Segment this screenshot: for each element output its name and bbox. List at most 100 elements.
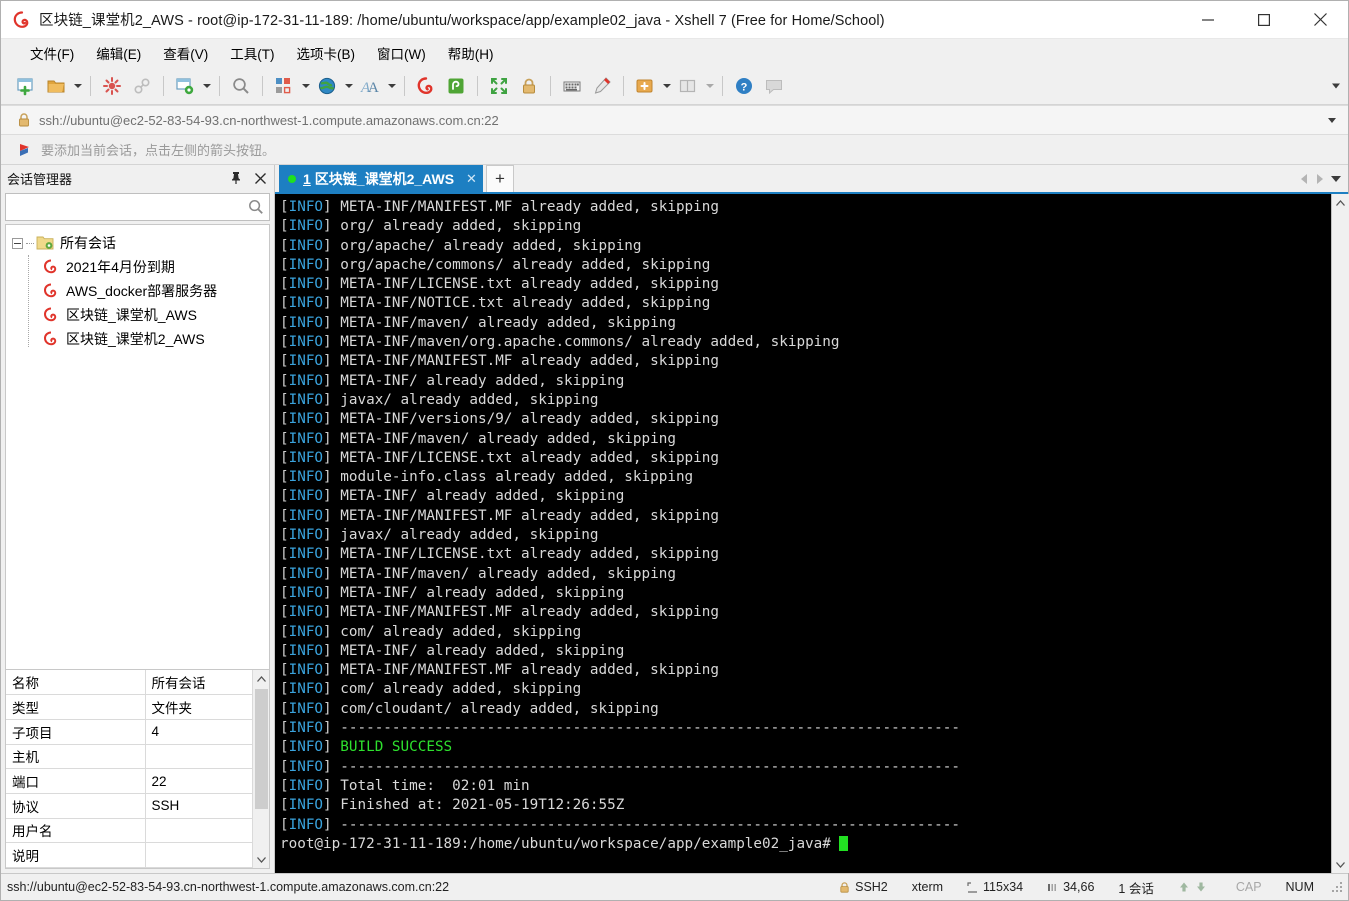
status-size: 115x34 xyxy=(955,880,1035,894)
scrollbar-thumb[interactable] xyxy=(254,689,268,809)
scrollbar-track[interactable] xyxy=(1331,211,1349,856)
globe-dropdown-icon[interactable] xyxy=(342,72,355,100)
lock-icon[interactable] xyxy=(515,72,543,100)
tab-close-icon[interactable]: ✕ xyxy=(466,171,477,187)
log-level-prefix: [INFO] xyxy=(280,642,332,659)
scroll-up-icon[interactable] xyxy=(1331,194,1349,211)
cursor-position-icon xyxy=(1047,882,1058,893)
tree-root-all-sessions[interactable]: 所有会话 xyxy=(6,231,269,255)
session-search-box[interactable] xyxy=(5,193,270,221)
tree-guide-dash xyxy=(26,242,34,244)
scroll-up-icon[interactable] xyxy=(253,670,270,687)
new-tab-button[interactable]: + xyxy=(485,165,514,192)
close-panel-icon[interactable] xyxy=(250,168,270,188)
font-icon[interactable]: A A xyxy=(356,72,384,100)
log-level-prefix: [INFO] xyxy=(280,700,332,717)
scroll-down-icon[interactable] xyxy=(1331,856,1349,873)
layout-dropdown-icon[interactable] xyxy=(299,72,312,100)
chevron-down-icon[interactable] xyxy=(1328,165,1344,192)
search-icon[interactable] xyxy=(247,198,265,216)
menu-window[interactable]: 窗口(W) xyxy=(366,39,437,67)
fullscreen-icon[interactable] xyxy=(485,72,513,100)
session-tree[interactable]: 所有会话 2021年4月份到期 AWS_docker部署服务器 区块链_课堂机_… xyxy=(5,224,270,669)
menu-tab[interactable]: 选项卡(B) xyxy=(286,39,367,67)
tree-item-session-2[interactable]: 区块链_课堂机_AWS xyxy=(6,303,269,327)
terminal-line: [INFO] META-INF/MANIFEST.MF already adde… xyxy=(280,352,1331,371)
open-folder-dropdown-icon[interactable] xyxy=(71,72,84,100)
menu-file[interactable]: 文件(F) xyxy=(19,39,85,67)
close-button[interactable] xyxy=(1292,1,1348,39)
address-bar[interactable]: ssh://ubuntu@ec2-52-83-54-93.cn-northwes… xyxy=(1,105,1348,135)
add-package-icon[interactable] xyxy=(631,72,659,100)
chevron-right-icon[interactable] xyxy=(1312,165,1328,192)
arrow-up-icon xyxy=(1178,881,1190,893)
xshell-icon[interactable] xyxy=(412,72,440,100)
terminal-line-text: ----------------------------------------… xyxy=(331,758,961,775)
terminal-output[interactable]: [INFO] META-INF/MANIFEST.MF already adde… xyxy=(275,194,1331,873)
terminal-line-text: META-INF/maven/org.apache.commons/ alrea… xyxy=(331,334,840,351)
terminal-line: [INFO] META-INF/maven/ already added, sk… xyxy=(280,565,1331,584)
terminal-scrollbar[interactable] xyxy=(1331,194,1349,873)
status-cursor-label: 34,66 xyxy=(1063,880,1095,894)
window-title: 区块链_课堂机2_AWS - root@ip-172-31-11-189: /h… xyxy=(39,13,885,29)
status-transfer xyxy=(1166,881,1224,893)
new-session-icon[interactable] xyxy=(12,72,40,100)
open-folder-icon[interactable] xyxy=(42,72,70,100)
terminal-line-text: META-INF/maven/ already added, skipping xyxy=(331,314,676,331)
split-view-dropdown-icon[interactable] xyxy=(703,72,716,100)
add-package-dropdown-icon[interactable] xyxy=(660,72,673,100)
terminal-line-text: META-INF/ already added, skipping xyxy=(331,488,625,505)
terminal-cursor xyxy=(839,835,849,851)
session-properties-icon[interactable] xyxy=(171,72,199,100)
menu-help[interactable]: 帮助(H) xyxy=(437,39,505,67)
tree-item-session-3[interactable]: 区块链_课堂机2_AWS xyxy=(6,327,269,351)
terminal-line-text: com/ already added, skipping xyxy=(331,681,582,698)
terminal-line-text: org/ already added, skipping xyxy=(331,218,582,235)
toolbar-overflow-icon[interactable] xyxy=(1332,83,1340,88)
terminal-line: [INFO] META-INF/LICENSE.txt already adde… xyxy=(280,275,1331,294)
scroll-down-icon[interactable] xyxy=(253,851,270,868)
find-icon[interactable] xyxy=(227,72,255,100)
terminal-line-text: module-info.class already added, skippin… xyxy=(331,469,694,486)
xftp-icon[interactable] xyxy=(442,72,470,100)
terminal-line-text: META-INF/LICENSE.txt already added, skip… xyxy=(331,449,719,466)
address-value[interactable]: ssh://ubuntu@ec2-52-83-54-93.cn-northwes… xyxy=(39,113,499,128)
globe-icon[interactable] xyxy=(313,72,341,100)
maximize-button[interactable] xyxy=(1236,1,1292,39)
compose-icon[interactable] xyxy=(588,72,616,100)
font-dropdown-icon[interactable] xyxy=(385,72,398,100)
prop-value: 所有会话 xyxy=(145,670,252,696)
log-level-prefix: [INFO] xyxy=(280,199,332,215)
terminal-line-text: Finished at: 2021-05-19T12:26:55Z xyxy=(331,797,625,814)
help-icon[interactable]: ? xyxy=(730,72,758,100)
chevron-left-icon[interactable] xyxy=(1296,165,1312,192)
tree-item-session-1[interactable]: AWS_docker部署服务器 xyxy=(6,279,269,303)
menu-view[interactable]: 查看(V) xyxy=(152,39,219,67)
tree-root-label: 所有会话 xyxy=(60,235,116,251)
tree-item-session-0[interactable]: 2021年4月份到期 xyxy=(6,255,269,279)
menu-edit[interactable]: 编辑(E) xyxy=(85,39,152,67)
collapse-expander-icon[interactable] xyxy=(12,237,23,249)
disconnect-icon[interactable] xyxy=(98,72,126,100)
tab-session-1[interactable]: 1 区块链_课堂机2_AWS ✕ xyxy=(279,165,483,192)
toolbar-separator xyxy=(550,75,551,96)
resize-grip-icon[interactable] xyxy=(1330,880,1344,894)
status-protocol: SSH2 xyxy=(827,880,900,894)
table-row: 用户名 xyxy=(6,818,252,844)
terminal-prompt[interactable]: root@ip-172-31-11-189:/home/ubuntu/works… xyxy=(280,835,1331,854)
tree-guide-line xyxy=(28,255,29,347)
search-input[interactable] xyxy=(10,199,247,215)
minimize-button[interactable] xyxy=(1180,1,1236,39)
pin-icon[interactable] xyxy=(226,168,246,188)
toolbar-separator xyxy=(404,75,405,96)
prop-key: 子项目 xyxy=(6,719,146,745)
session-properties-dropdown-icon[interactable] xyxy=(200,72,213,100)
log-level-prefix: [INFO] xyxy=(280,758,332,775)
properties-scrollbar[interactable] xyxy=(252,670,269,868)
keyboard-icon[interactable] xyxy=(558,72,586,100)
chevron-down-icon[interactable] xyxy=(1322,110,1342,130)
menu-tools[interactable]: 工具(T) xyxy=(219,39,285,67)
terminal-line: [INFO] org/apache/ already added, skippi… xyxy=(280,237,1331,256)
layout-icon[interactable] xyxy=(270,72,298,100)
terminal-line: [INFO] Total time: 02:01 min xyxy=(280,777,1331,796)
